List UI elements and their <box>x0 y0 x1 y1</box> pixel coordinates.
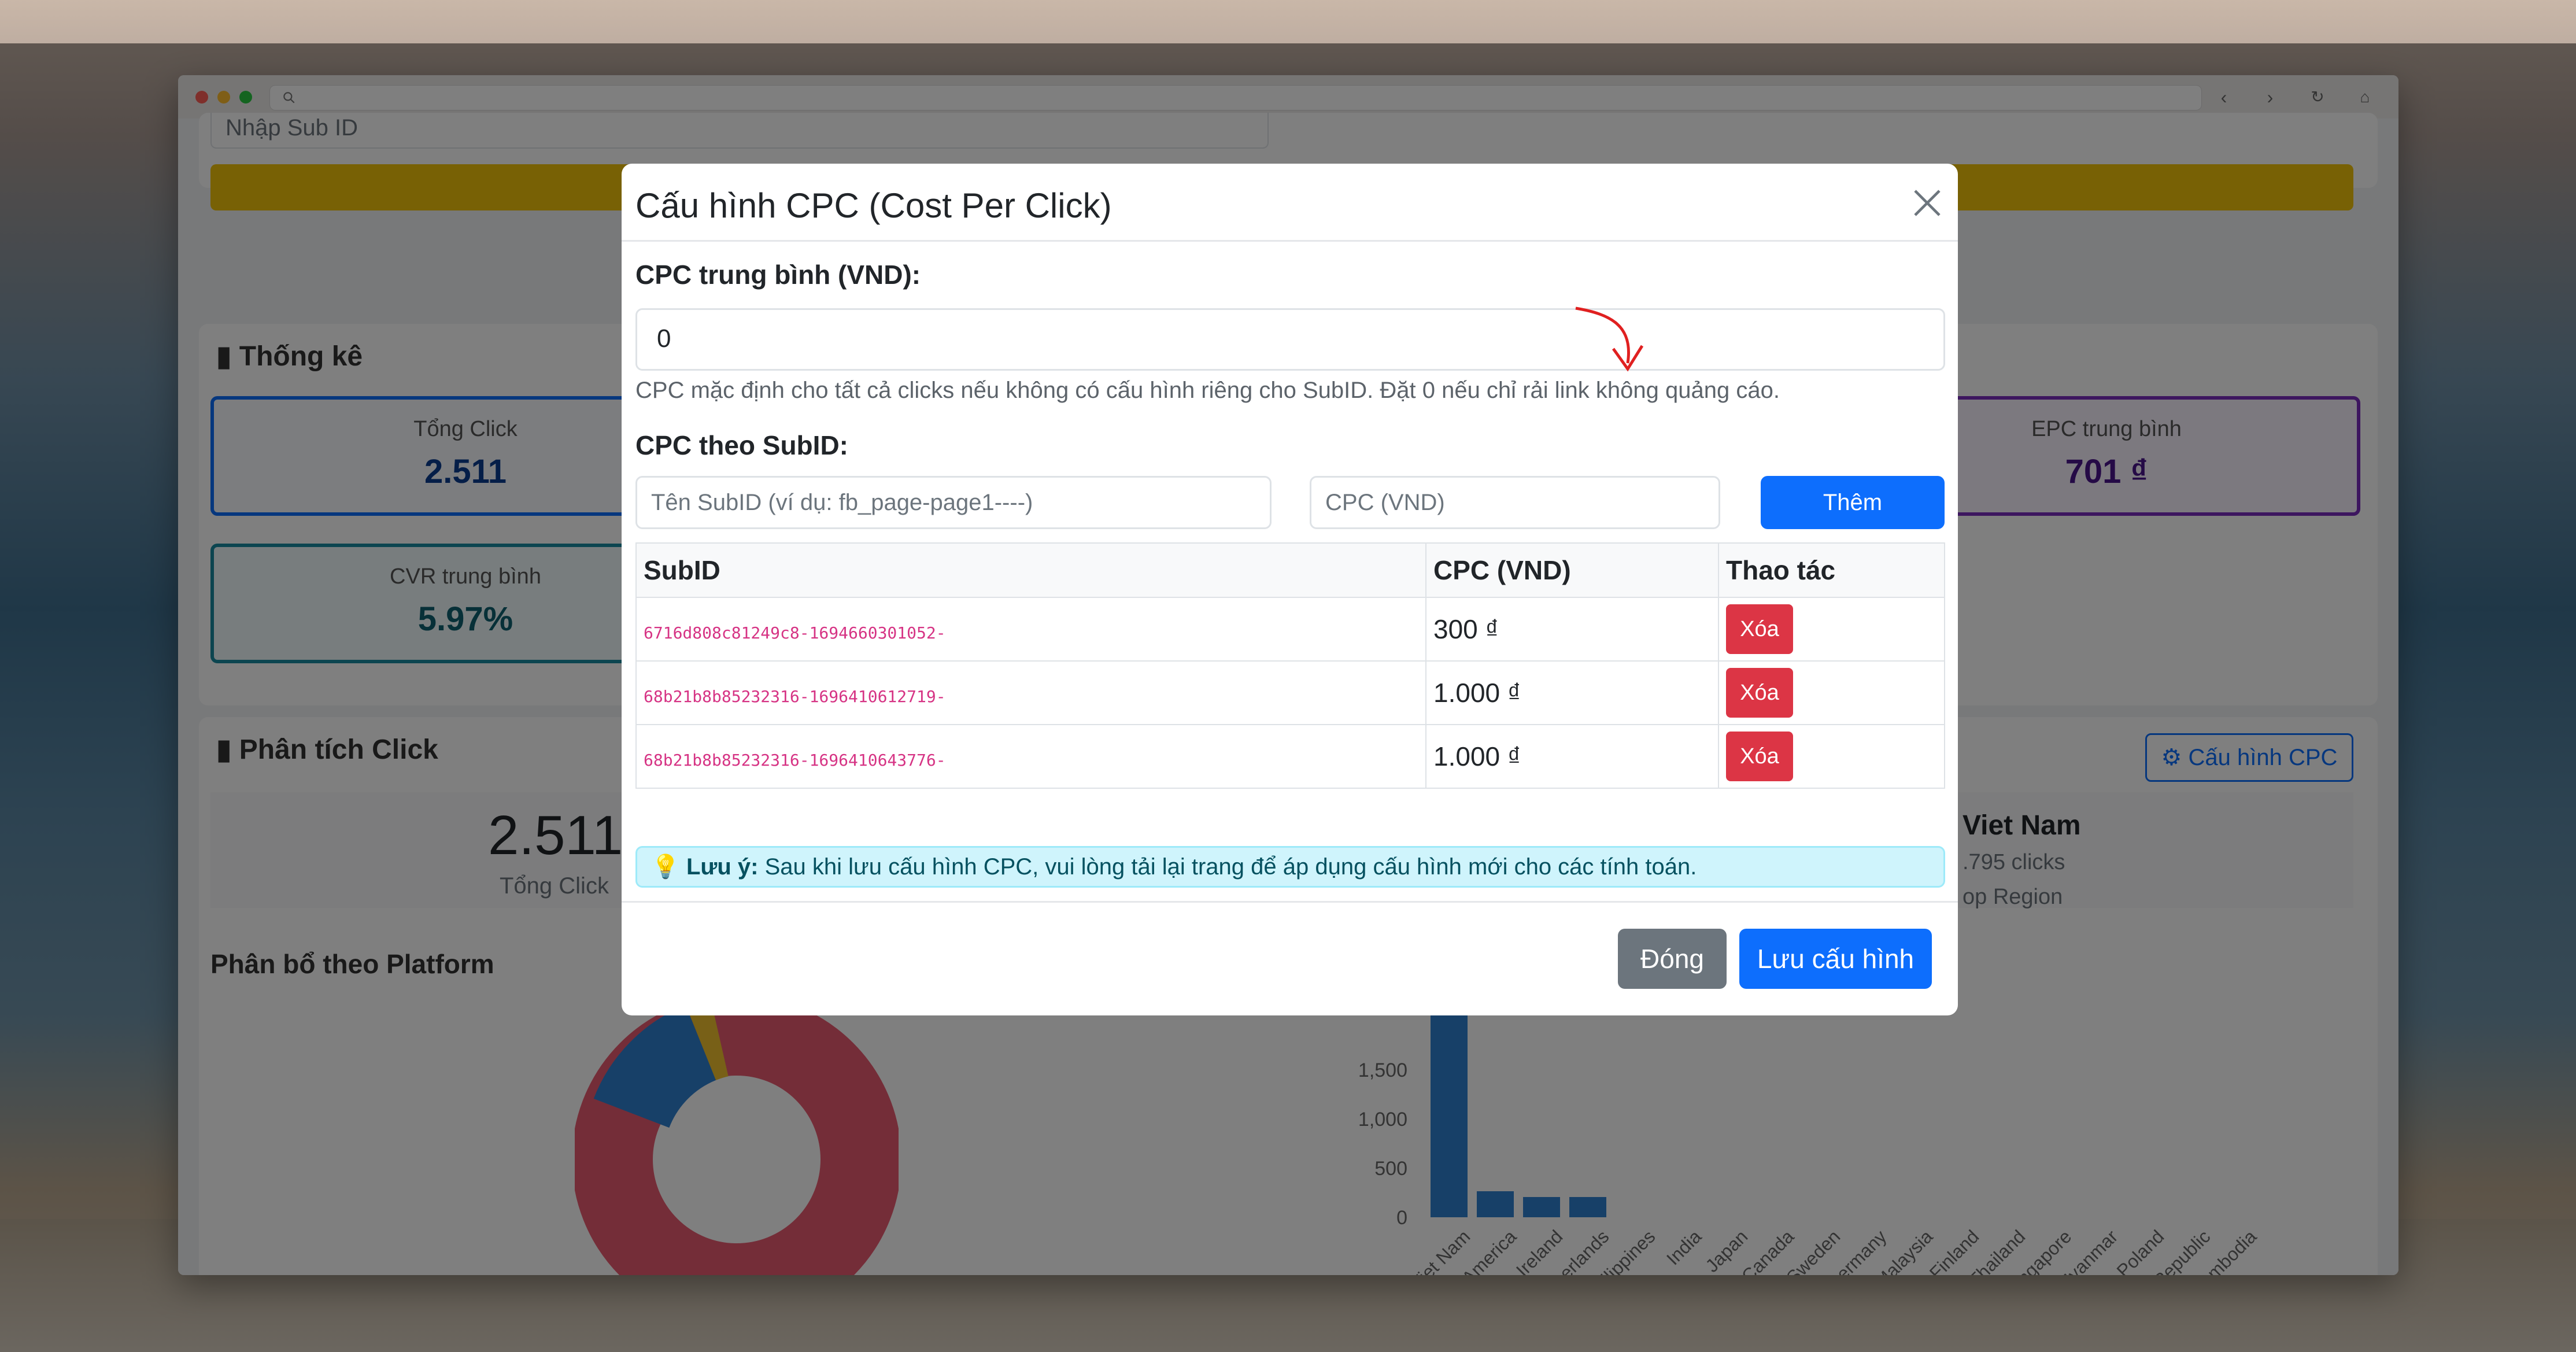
modal-footer-divider <box>622 901 1958 903</box>
subid-code: 68b21b8b85232316-1696410612719- <box>644 687 946 706</box>
action-cell: Xóa <box>1718 597 1945 662</box>
subid-code: 68b21b8b85232316-1696410643776- <box>644 751 946 770</box>
cpc-cell: 300 ₫ <box>1425 597 1719 662</box>
close-button[interactable]: Đóng <box>1618 929 1727 989</box>
annotation-arrow-icon <box>1575 306 1644 372</box>
cpc-config-modal: Cấu hình CPC (Cost Per Click) CPC trung … <box>622 164 1958 1015</box>
lightbulb-icon: 💡 <box>651 854 680 880</box>
table-header-row: SubID CPC (VND) Thao tác <box>635 542 1945 598</box>
modal-header-divider <box>622 240 1958 242</box>
table-row: 68b21b8b85232316-1696410612719- 1.000 ₫ … <box>635 660 1945 725</box>
subid-section-label: CPC theo SubID: <box>635 430 848 460</box>
action-cell: Xóa <box>1718 724 1945 789</box>
info-note: 💡 Lưu ý: Sau khi lưu cấu hình CPC, vui l… <box>635 846 1945 888</box>
subid-cell: 68b21b8b85232316-1696410643776- <box>635 724 1426 789</box>
note-bold-label: Lưu ý: <box>686 854 759 880</box>
subid-code: 6716d808c81249c8-1694660301052- <box>644 623 946 642</box>
avg-cpc-label: CPC trung bình (VND): <box>635 260 921 290</box>
modal-title: Cấu hình CPC (Cost Per Click) <box>635 186 1112 225</box>
delete-button[interactable]: Xóa <box>1726 668 1793 718</box>
subid-cpc-input[interactable]: CPC (VND) <box>1310 476 1720 529</box>
avg-cpc-input[interactable]: 0 <box>635 308 1945 371</box>
cpc-cell: 1.000 ₫ <box>1425 660 1719 725</box>
save-config-button[interactable]: Lưu cấu hình <box>1739 929 1932 989</box>
subid-name-input[interactable]: Tên SubID (ví dụ: fb_page-page1----) <box>635 476 1272 529</box>
subid-cell: 6716d808c81249c8-1694660301052- <box>635 597 1426 662</box>
delete-button[interactable]: Xóa <box>1726 732 1793 781</box>
action-cell: Xóa <box>1718 660 1945 725</box>
column-header-subid: SubID <box>635 542 1426 598</box>
cpc-cell: 1.000 ₫ <box>1425 724 1719 789</box>
table-row: 68b21b8b85232316-1696410643776- 1.000 ₫ … <box>635 724 1945 789</box>
column-header-action: Thao tác <box>1718 542 1945 598</box>
close-icon[interactable] <box>1911 187 1943 219</box>
subid-cpc-table: SubID CPC (VND) Thao tác 6716d808c81249c… <box>635 542 1945 789</box>
table-row: 6716d808c81249c8-1694660301052- 300 ₫ Xó… <box>635 597 1945 662</box>
column-header-cpc: CPC (VND) <box>1425 542 1719 598</box>
add-subid-button[interactable]: Thêm <box>1761 476 1945 529</box>
subid-cell: 68b21b8b85232316-1696410612719- <box>635 660 1426 725</box>
delete-button[interactable]: Xóa <box>1726 604 1793 654</box>
note-text: Sau khi lưu cấu hình CPC, vui lòng tải l… <box>764 854 1697 880</box>
